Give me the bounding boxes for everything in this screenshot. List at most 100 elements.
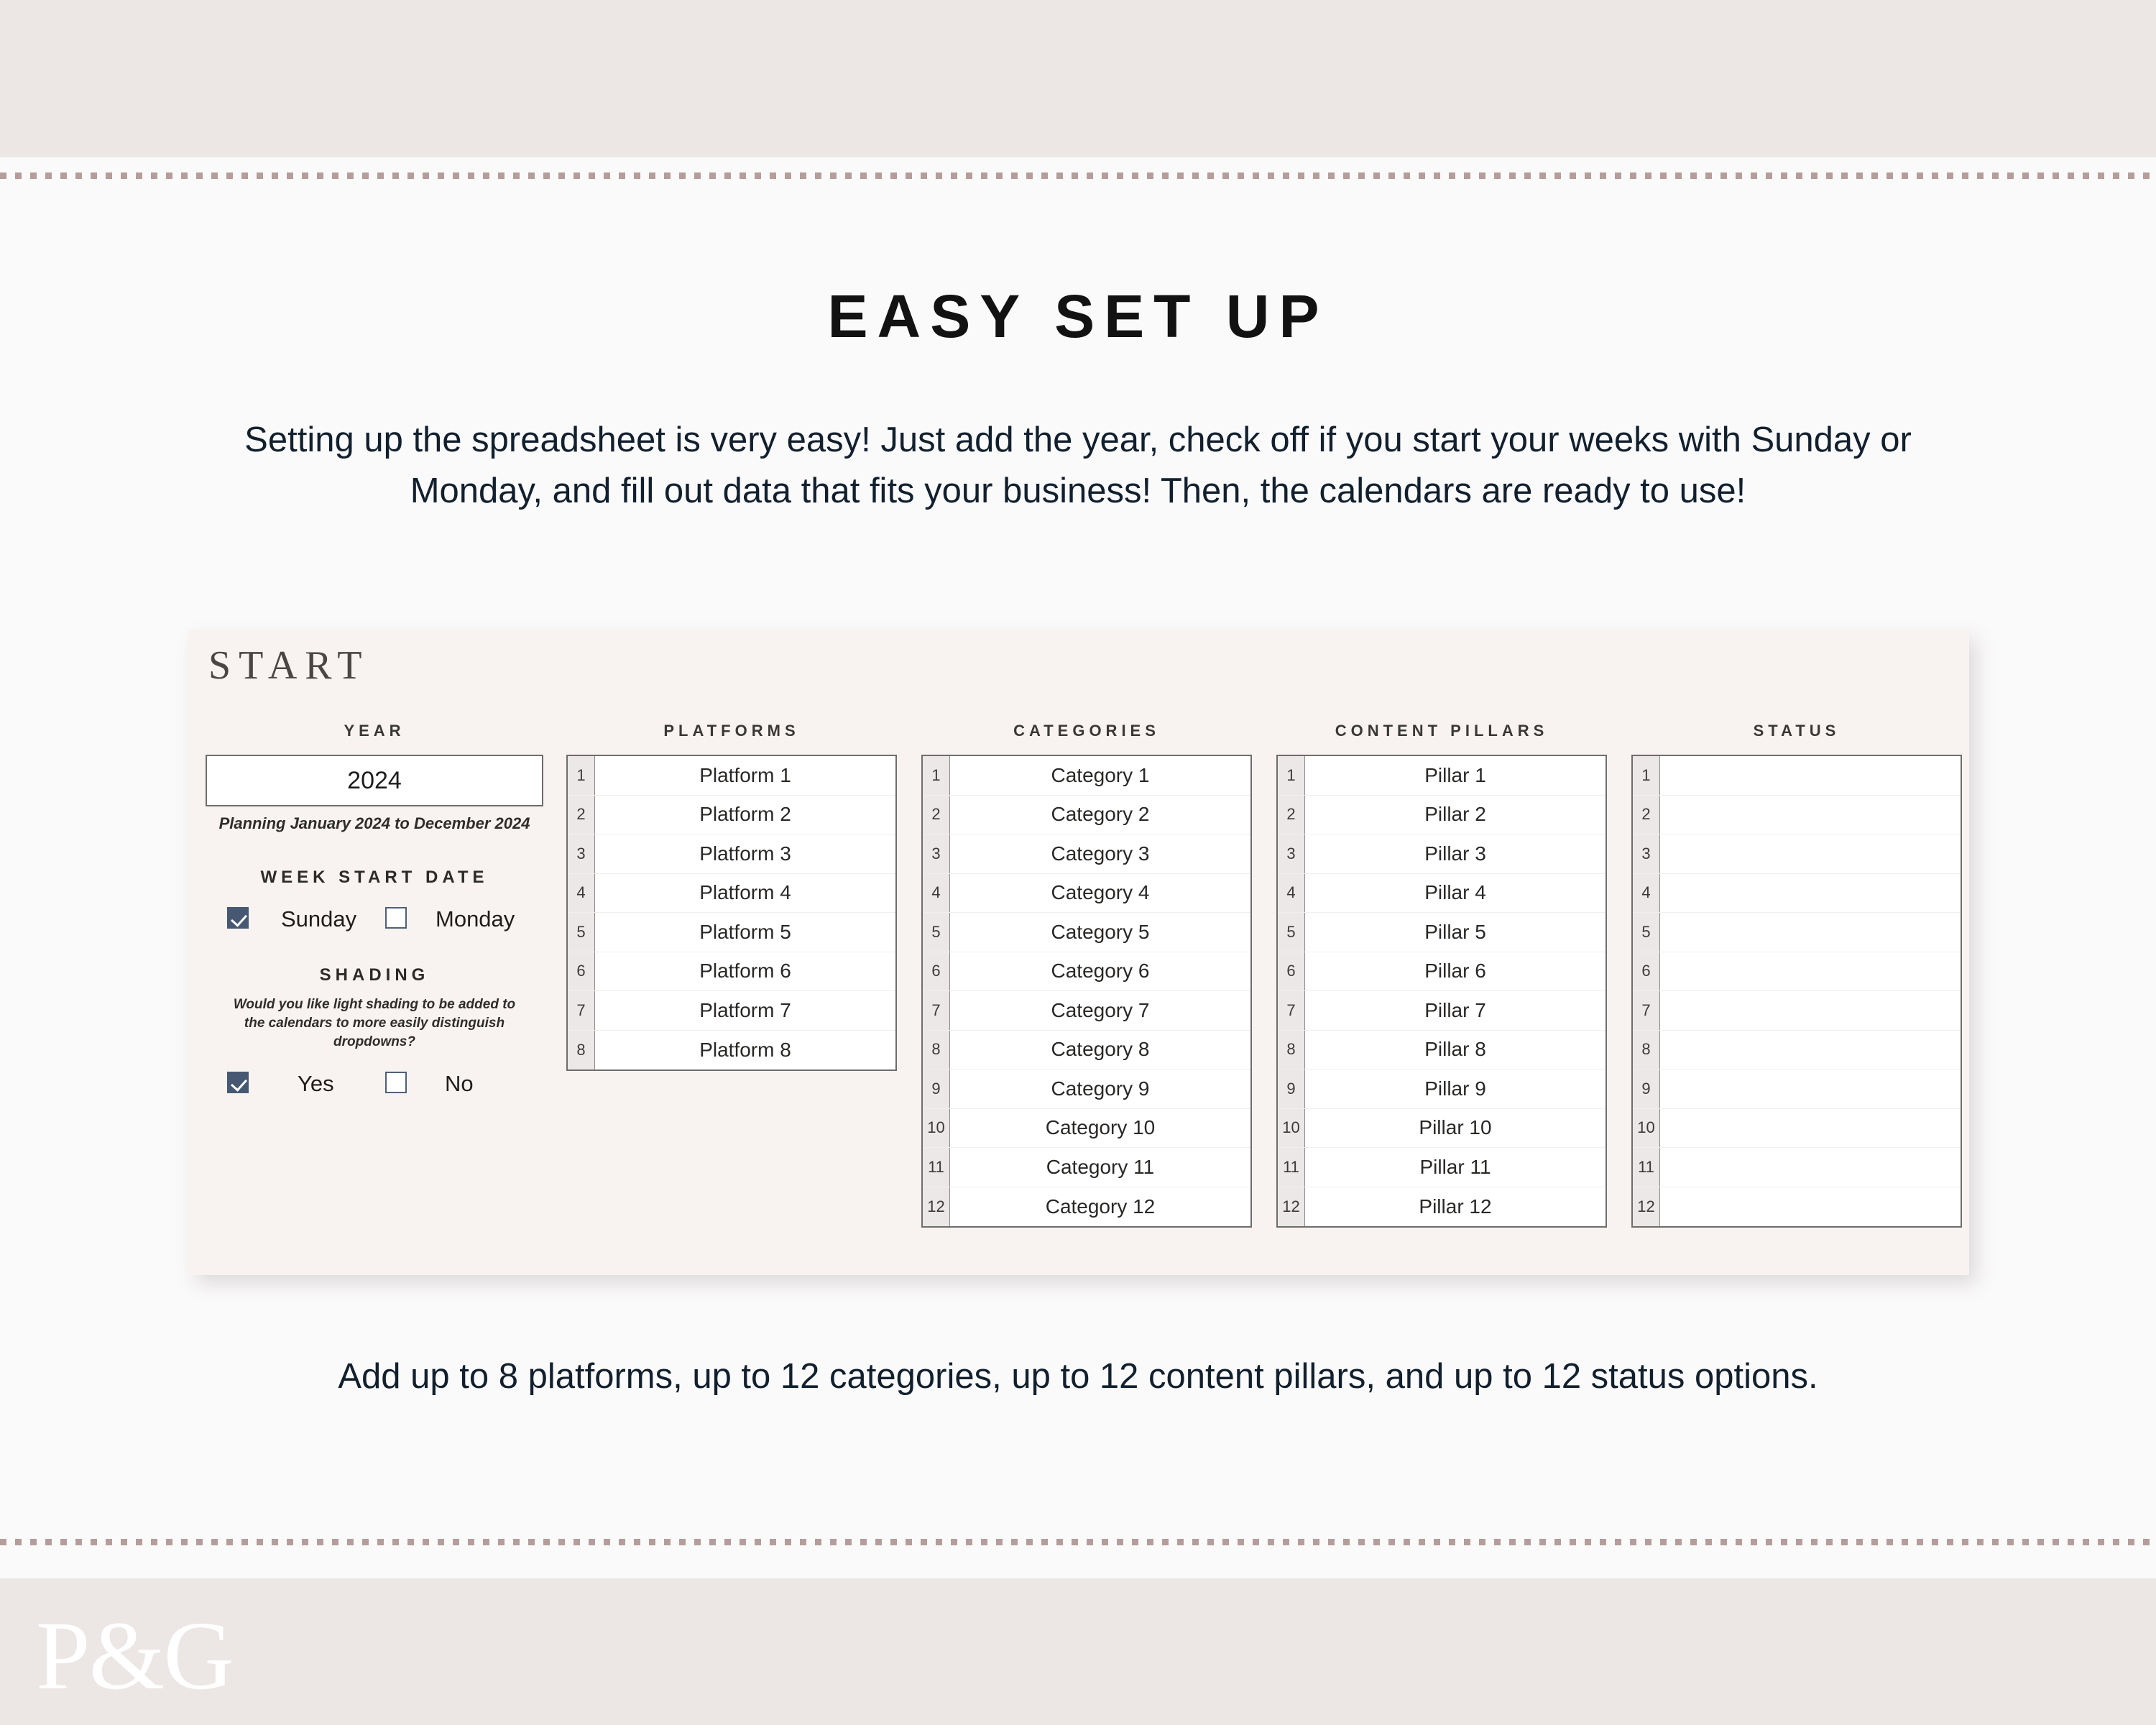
checkbox-sunday[interactable]: [227, 907, 249, 929]
row-number: 2: [923, 795, 950, 834]
row-value-cell[interactable]: Category 6: [950, 952, 1250, 990]
row-value-cell[interactable]: Pillar 6: [1305, 952, 1606, 990]
row-value-cell[interactable]: [1660, 873, 1961, 912]
row-value-cell[interactable]: Pillar 9: [1305, 1070, 1606, 1108]
brand-logo: P&G: [36, 1602, 234, 1710]
table-row: 4 Category 4: [923, 873, 1250, 913]
table-row: 9: [1633, 1070, 1961, 1109]
row-number: 3: [1278, 834, 1305, 873]
row-number: 7: [1633, 991, 1660, 1030]
row-value-cell[interactable]: Category 12: [950, 1187, 1250, 1226]
row-number: 7: [923, 991, 950, 1030]
row-value-cell[interactable]: [1660, 1070, 1961, 1108]
table-row: 4 Pillar 4: [1278, 873, 1606, 913]
table-row: 1 Category 1: [923, 756, 1250, 796]
row-value-cell[interactable]: Category 11: [950, 1148, 1250, 1187]
row-number: 4: [1278, 873, 1305, 912]
row-value-cell[interactable]: Platform 3: [595, 834, 895, 873]
table-row: 6 Pillar 6: [1278, 952, 1606, 991]
row-number: 5: [568, 913, 595, 952]
row-number: 11: [1633, 1148, 1660, 1187]
row-number: 5: [923, 913, 950, 952]
row-number: 5: [1278, 913, 1305, 952]
row-value-cell[interactable]: Pillar 3: [1305, 834, 1606, 873]
label-shading-yes: Yes: [298, 1071, 334, 1097]
table-row: 9 Category 9: [923, 1070, 1250, 1109]
row-value-cell[interactable]: Pillar 12: [1305, 1187, 1606, 1226]
row-value-cell[interactable]: Platform 6: [595, 952, 895, 990]
row-value-cell[interactable]: Category 8: [950, 1030, 1250, 1069]
table-row: 10 Pillar 10: [1278, 1108, 1606, 1148]
row-value-cell[interactable]: Pillar 4: [1305, 873, 1606, 912]
bottom-dotted-divider: [0, 1539, 2156, 1545]
row-number: 10: [1278, 1108, 1305, 1147]
table-row: 6: [1633, 952, 1961, 991]
table-row: 8 Platform 8: [568, 1030, 895, 1070]
row-number: 8: [1633, 1030, 1660, 1069]
table-row: 3: [1633, 834, 1961, 874]
row-value-cell[interactable]: [1660, 1030, 1961, 1069]
row-value-cell[interactable]: [1660, 1187, 1961, 1226]
row-value-cell[interactable]: Category 3: [950, 834, 1250, 873]
content-pillars-table: 1 Pillar 1 2 Pillar 2 3 Pillar 3 4 Pillar 4 5 Pil…: [1276, 755, 1607, 1228]
row-value-cell[interactable]: [1660, 913, 1961, 952]
row-value-cell[interactable]: [1660, 795, 1961, 834]
row-number: 10: [923, 1108, 950, 1147]
row-value-cell[interactable]: Platform 7: [595, 991, 895, 1030]
row-value-cell[interactable]: Platform 8: [595, 1030, 895, 1070]
platforms-heading: PLATFORMS: [663, 722, 800, 740]
row-value-cell[interactable]: Category 2: [950, 795, 1250, 834]
status-column: STATUS 1 2 3 4 5 6 7 8 9 10 11 12: [1631, 723, 1962, 1228]
year-heading: YEAR: [344, 722, 405, 740]
table-row: 12: [1633, 1187, 1961, 1226]
row-value-cell[interactable]: Platform 1: [595, 756, 895, 795]
row-value-cell[interactable]: Category 10: [950, 1108, 1250, 1147]
row-value-cell[interactable]: Category 7: [950, 991, 1250, 1030]
week-start-heading: WEEK START DATE: [260, 868, 489, 888]
year-input[interactable]: 2024: [206, 755, 543, 806]
platforms-column: PLATFORMS 1 Platform 1 2 Platform 2 3 Platfor…: [566, 723, 897, 1071]
row-value-cell[interactable]: Pillar 1: [1305, 756, 1606, 795]
bottom-decorative-band: [0, 1578, 2156, 1725]
checkbox-monday[interactable]: [385, 907, 407, 929]
platforms-table: 1 Platform 1 2 Platform 2 3 Platform 3 4 Platfo…: [566, 755, 897, 1071]
checkbox-shading-no[interactable]: [385, 1072, 407, 1094]
checkbox-shading-yes[interactable]: [227, 1072, 249, 1094]
row-number: 3: [568, 834, 595, 873]
row-value-cell[interactable]: Platform 2: [595, 795, 895, 834]
row-value-cell[interactable]: Pillar 10: [1305, 1108, 1606, 1147]
table-row: 7: [1633, 991, 1961, 1031]
row-value-cell[interactable]: Category 4: [950, 873, 1250, 912]
status-table: 1 2 3 4 5 6 7 8 9 10 11 12: [1631, 755, 1962, 1228]
row-value-cell[interactable]: [1660, 834, 1961, 873]
row-value-cell[interactable]: Pillar 8: [1305, 1030, 1606, 1069]
row-value-cell[interactable]: [1660, 1108, 1961, 1147]
row-value-cell[interactable]: [1660, 991, 1961, 1030]
row-number: 12: [1633, 1187, 1660, 1226]
row-value-cell[interactable]: Pillar 11: [1305, 1148, 1606, 1187]
row-number: 9: [1633, 1070, 1660, 1108]
row-number: 8: [1278, 1030, 1305, 1069]
row-value-cell[interactable]: Pillar 2: [1305, 795, 1606, 834]
row-value-cell[interactable]: Category 5: [950, 913, 1250, 952]
year-settings-column: YEAR 2024 Planning January 2024 to Decem…: [206, 723, 543, 1095]
table-row: 10 Category 10: [923, 1108, 1250, 1148]
spreadsheet-screenshot-panel: START YEAR 2024 Planning January 2024 to…: [188, 630, 1969, 1275]
table-row: 7 Platform 7: [568, 991, 895, 1031]
row-number: 1: [568, 756, 595, 795]
row-value-cell[interactable]: Platform 4: [595, 873, 895, 912]
row-value-cell[interactable]: Platform 5: [595, 913, 895, 952]
row-number: 12: [1278, 1187, 1305, 1226]
row-value-cell[interactable]: [1660, 952, 1961, 990]
top-dotted-divider: [0, 172, 2156, 179]
row-number: 10: [1633, 1108, 1660, 1147]
row-value-cell[interactable]: Category 1: [950, 756, 1250, 795]
row-value-cell[interactable]: Pillar 5: [1305, 913, 1606, 952]
row-number: 6: [568, 952, 595, 990]
row-value-cell[interactable]: Pillar 7: [1305, 991, 1606, 1030]
row-value-cell[interactable]: [1660, 756, 1961, 795]
table-row: 2 Category 2: [923, 795, 1250, 834]
row-value-cell[interactable]: [1660, 1148, 1961, 1187]
footer-note: Add up to 8 platforms, up to 12 categori…: [338, 1357, 1818, 1396]
row-value-cell[interactable]: Category 9: [950, 1070, 1250, 1108]
